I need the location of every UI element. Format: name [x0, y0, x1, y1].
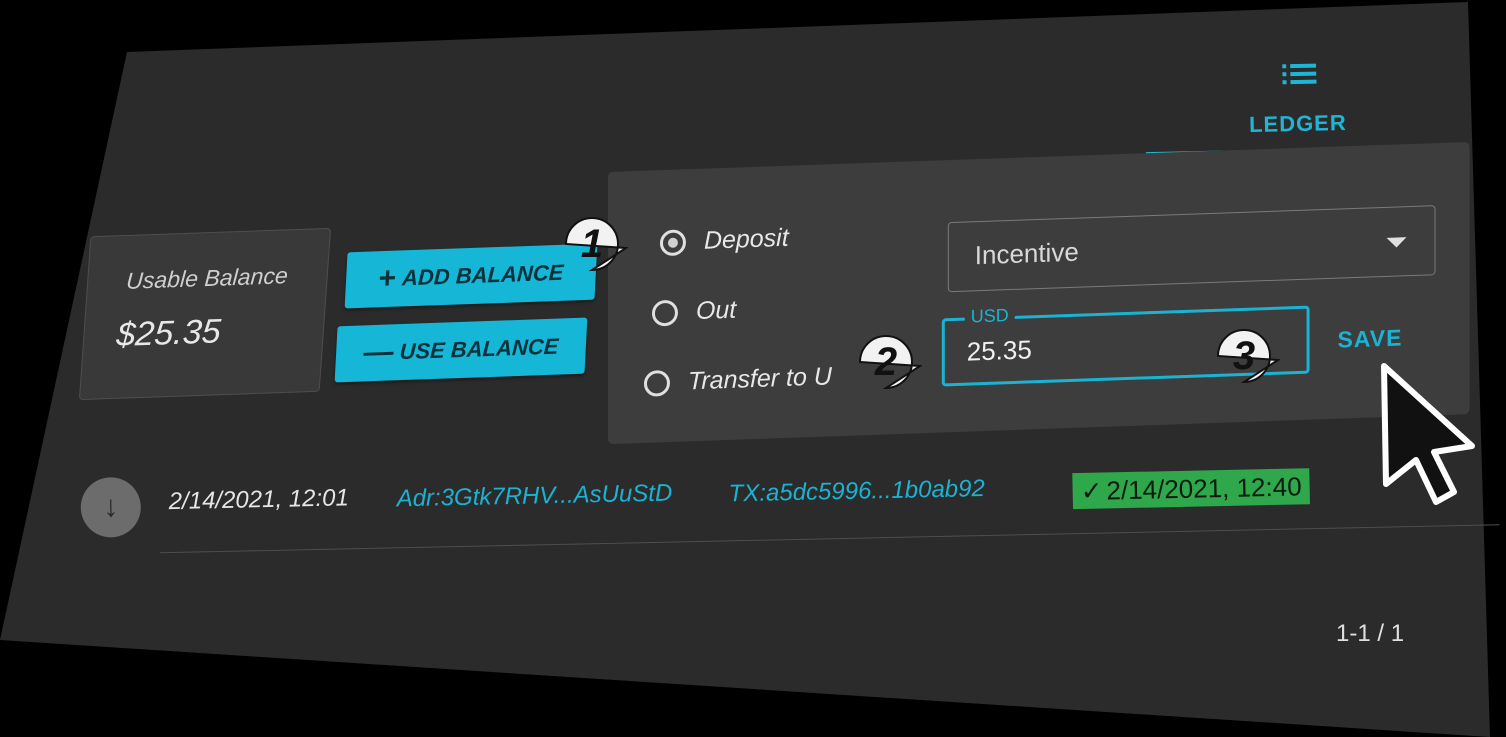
use-balance-button[interactable]: — USE BALANCE: [334, 317, 588, 383]
step-callout-3: 3: [1208, 320, 1282, 392]
amount-value: 25.35: [966, 334, 1032, 367]
radio-deposit[interactable]: Deposit: [659, 223, 789, 258]
row-address-link[interactable]: Adr:3Gtk7RHV...AsUuStD: [396, 480, 672, 514]
callout-number: 1: [580, 222, 604, 266]
pagination-info: 1-1 / 1: [1336, 620, 1405, 647]
use-balance-label: USE BALANCE: [398, 333, 560, 365]
step-callout-2: 2: [850, 326, 924, 398]
radio-unchecked-icon: [651, 299, 678, 327]
check-icon: ✓: [1080, 475, 1103, 506]
radio-unchecked-icon: [643, 369, 670, 397]
minus-icon: —: [362, 335, 395, 370]
mouse-pointer-icon: [1381, 363, 1475, 505]
callout-number: 3: [1232, 334, 1256, 378]
radio-transfer-label: Transfer to U: [687, 362, 832, 396]
arrow-down-icon: ↓: [80, 476, 142, 538]
callout-number: 2: [874, 340, 898, 384]
radio-out[interactable]: Out: [651, 295, 737, 328]
usable-balance-card: Usable Balance $25.35: [78, 227, 332, 401]
confirmed-badge: ✓ 2/14/2021, 12:40: [1072, 468, 1310, 510]
confirmed-date: 2/14/2021, 12:40: [1106, 470, 1302, 505]
caret-down-icon: [1386, 237, 1407, 248]
category-select-value: Incentive: [974, 236, 1079, 271]
radio-deposit-label: Deposit: [703, 223, 789, 255]
tab-ledger[interactable]: LEDGER: [1144, 52, 1451, 158]
radio-out-label: Out: [695, 295, 737, 326]
radio-transfer[interactable]: Transfer to U: [643, 362, 832, 398]
balance-value: $25.35: [115, 312, 223, 355]
add-balance-label: ADD BALANCE: [401, 259, 565, 291]
tab-label: LEDGER: [1248, 109, 1347, 138]
radio-checked-icon: [659, 228, 686, 256]
category-select[interactable]: Incentive: [947, 205, 1436, 293]
transaction-form: Deposit Out Transfer to U Incentive USD …: [608, 141, 1470, 445]
row-date: 2/14/2021, 12:01: [168, 484, 350, 516]
amount-currency-label: USD: [964, 304, 1015, 328]
save-button[interactable]: SAVE: [1338, 324, 1403, 353]
row-tx-link[interactable]: TX:a5dc5996...1b0ab92: [728, 475, 985, 508]
balance-title: Usable Balance: [125, 262, 289, 294]
plus-icon: +: [377, 261, 398, 296]
list-icon: [1282, 63, 1317, 85]
step-callout-1: 1: [556, 208, 630, 280]
